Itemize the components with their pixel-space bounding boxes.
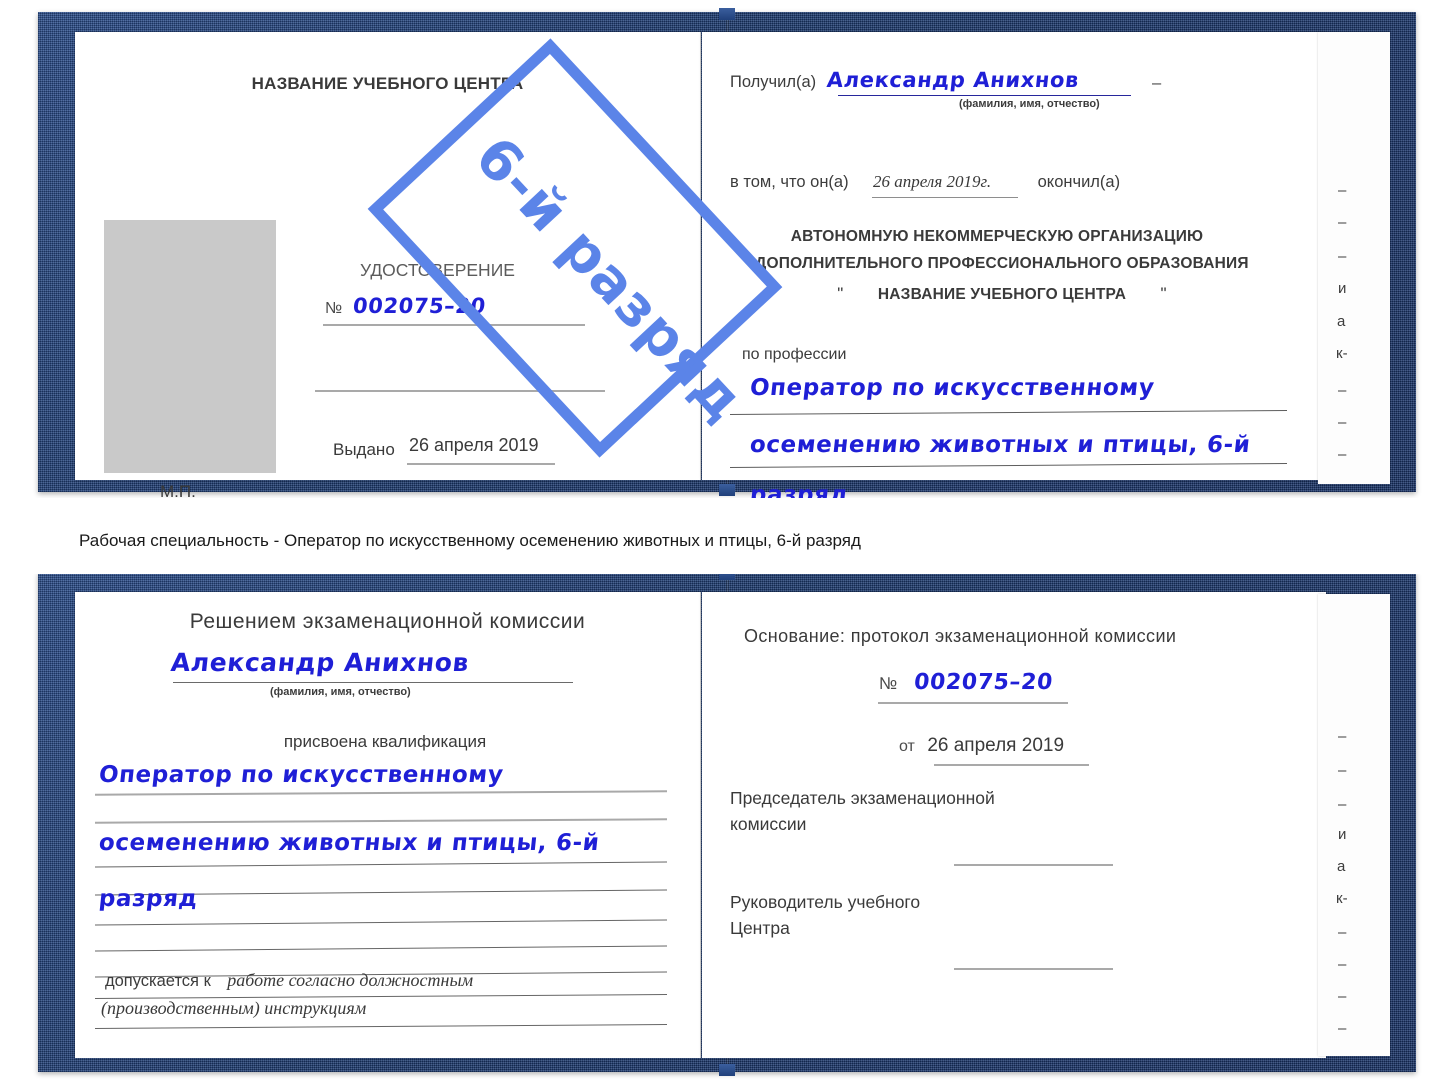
graduate-name-value: Александр Анихнов: [169, 648, 471, 677]
completion-date-value: 26 апреля 2019г.: [873, 172, 992, 191]
issued-label: Выдано: [333, 440, 395, 459]
edge-fragment: –: [1338, 988, 1347, 1005]
photo-placeholder: [104, 220, 276, 473]
admitted-label: допускается к: [105, 972, 211, 990]
received-row: Получил(а) Александр Анихнов: [730, 68, 1080, 92]
completion-row: в том, что он(а) 26 апреля 2019г. окончи…: [730, 172, 1120, 192]
issued-date-value: 26 апреля 2019: [409, 435, 539, 455]
received-name-rule: [838, 95, 1131, 96]
profession-label: по профессии: [742, 346, 847, 363]
commission-decision-heading: Решением экзаменационной комиссии: [189, 610, 586, 633]
received-trailing-dash: –: [1152, 74, 1162, 92]
edge-fragment: –: [1338, 182, 1347, 199]
qualification-value-line-2: осеменению животных и птицы, 6-й: [97, 830, 601, 856]
edge-fragment: –: [1338, 1020, 1347, 1037]
blank-rule: [315, 390, 605, 392]
qualification-label: присвоена квалификация: [283, 732, 487, 751]
edge-fragment: к-: [1336, 890, 1348, 907]
qualification-rule-5: [95, 919, 667, 926]
protocol-date-row: от 26 апреля 2019: [899, 735, 1064, 757]
spine-notch-bottom: [719, 1064, 735, 1076]
issued-date-rule: [407, 463, 555, 465]
quote-close: ": [1160, 284, 1167, 303]
profession-rule-1: [730, 410, 1287, 415]
edge-fragment: –: [1338, 446, 1347, 463]
edge-fragment: к-: [1336, 345, 1348, 362]
certificate-number-rule: [323, 324, 585, 326]
profession-rule-2: [730, 463, 1287, 468]
document-type-label: УДОСТОВЕРЕНИЕ: [360, 260, 515, 280]
training-center-heading: НАЗВАНИЕ УЧЕБНОГО ЦЕНТРА: [251, 74, 524, 93]
spine-notch-bottom: [719, 484, 735, 496]
qualification-value-line-1: Оператор по искусственному: [97, 762, 505, 788]
admitted-rule-2: [95, 1024, 667, 1029]
qualification-rule-1: [94, 790, 668, 796]
number-sign-label: №: [325, 300, 343, 317]
completion-date-rule: [872, 197, 1018, 198]
received-name-hint: (фамилия, имя, отчество): [959, 98, 1100, 110]
chairman-title-line-2: комиссии: [730, 814, 807, 834]
qualification-value-line-3: разряд: [97, 886, 200, 912]
edge-fragment: –: [1338, 248, 1347, 265]
chairman-title-line-1: Председатель экзаменационной: [730, 788, 995, 808]
profession-value-line-1: Оператор по искусственному: [748, 375, 1156, 401]
that-he-label: в том, что он(а): [730, 173, 849, 191]
protocol-number-rule: [878, 702, 1068, 704]
graduate-name-rule: [173, 682, 573, 683]
qualification-rule-3: [95, 861, 667, 868]
chairman-signature-rule: [954, 864, 1113, 866]
certificate-bottom-left-page: Решением экзаменационной комиссии Алекса…: [75, 592, 701, 1058]
received-label: Получил(а): [730, 73, 817, 91]
organization-name: НАЗВАНИЕ УЧЕБНОГО ЦЕНТРА: [877, 286, 1127, 303]
edge-fragment: и: [1338, 826, 1347, 843]
received-name-value: Александр Анихнов: [825, 68, 1080, 92]
admitted-value-line-2: (производственным) инструкциям: [101, 998, 367, 1018]
head-signature-rule: [954, 968, 1113, 970]
protocol-number-row: № 002075–20: [879, 670, 1054, 695]
qualification-rule-6: [95, 945, 667, 952]
number-sign-label: №: [879, 674, 898, 693]
edge-fragment: а: [1337, 858, 1346, 875]
edge-fragment: –: [1338, 478, 1346, 484]
protocol-number-value: 002075–20: [912, 670, 1054, 695]
edge-fragment: –: [1338, 796, 1347, 813]
edge-fragment: –: [1338, 382, 1347, 399]
head-title-line-2: Центра: [730, 918, 790, 938]
protocol-date-value: 26 апреля 2019: [927, 735, 1065, 756]
organization-name-row: " НАЗВАНИЕ УЧЕБНОГО ЦЕНТРА ": [702, 284, 1302, 304]
organization-line-1: АВТОНОМНУЮ НЕКОММЕРЧЕСКУЮ ОРГАНИЗАЦИЮ: [790, 228, 1204, 245]
certificate-number-value: 002075–20: [351, 294, 487, 318]
edge-fragment: –: [1338, 956, 1347, 973]
date-from-label: от: [899, 738, 915, 755]
hidden-page-sliver-bottom: – – – и а к- – – – –: [1318, 594, 1390, 1056]
head-title-line-1: Руководитель учебного: [730, 892, 921, 912]
certificate-top-left-page: НАЗВАНИЕ УЧЕБНОГО ЦЕНТРА УДОСТОВЕРЕНИЕ №…: [75, 32, 701, 501]
edge-fragment: –: [1338, 924, 1347, 941]
graduate-name-hint: (фамилия, имя, отчество): [270, 686, 411, 698]
admitted-row: допускается к работе согласно должностны…: [105, 970, 473, 991]
admitted-value-line-1: работе согласно должностным: [227, 970, 474, 990]
edge-fragment: и: [1338, 280, 1347, 297]
hidden-page-sliver-top: – – – и а к- – – – –: [1318, 32, 1390, 484]
quote-open: ": [837, 284, 844, 303]
certificate-number-row: № 002075–20: [325, 294, 487, 318]
edge-fragment: –: [1338, 214, 1347, 231]
protocol-date-rule: [934, 764, 1089, 766]
edge-fragment: а: [1337, 313, 1346, 330]
certificate-bottom-right-page: Основание: протокол экзаменационной коми…: [702, 592, 1326, 1058]
spine-notch-top: [719, 8, 735, 20]
edge-fragment: –: [1338, 728, 1347, 745]
basis-label: Основание: протокол экзаменационной коми…: [744, 626, 1177, 646]
finished-label: окончил(а): [1037, 173, 1121, 191]
document-caption: Рабочая специальность - Оператор по иску…: [79, 531, 861, 550]
edge-fragment: –: [1338, 414, 1347, 431]
qualification-rule-2: [94, 818, 668, 824]
organization-line-2: ДОПОЛНИТЕЛЬНОГО ПРОФЕССИОНАЛЬНОГО ОБРАЗО…: [755, 255, 1249, 272]
edge-fragment: –: [1338, 762, 1347, 779]
profession-value-line-2: осеменению животных и птицы, 6-й: [748, 432, 1252, 458]
certificate-top-right-page: Получил(а) Александр Анихнов (фамилия, и…: [702, 32, 1326, 508]
